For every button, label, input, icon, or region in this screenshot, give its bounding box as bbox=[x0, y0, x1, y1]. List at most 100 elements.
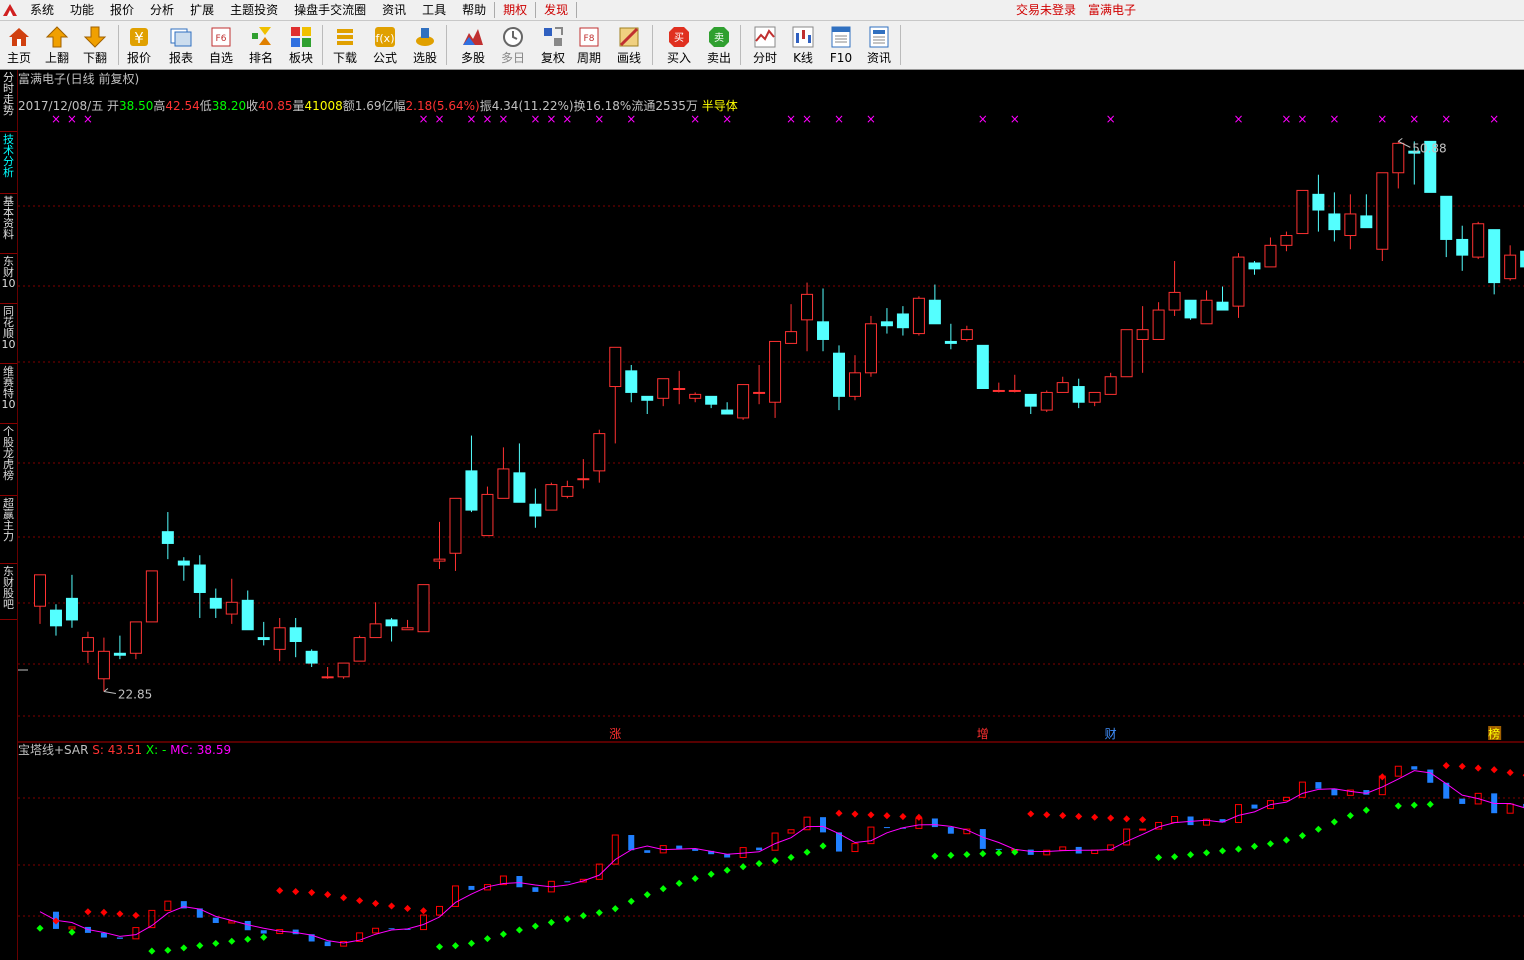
svg-text:卖: 卖 bbox=[714, 32, 724, 44]
tower-block bbox=[260, 930, 267, 934]
indicator-field-0: 宝塔线+SAR bbox=[18, 743, 92, 757]
event-marker-2: 财 bbox=[1105, 727, 1117, 741]
side-tab-4[interactable]: 同花顺10 bbox=[0, 304, 17, 364]
menu-item-4[interactable]: 扩展 bbox=[182, 0, 222, 20]
candle bbox=[928, 284, 941, 325]
quote-field-19: 流通 bbox=[631, 99, 655, 113]
candle-body bbox=[1120, 329, 1133, 378]
chart-area[interactable]: 富满电子(日线 前复权) 2017/12/08/五 开38.50高42.54低38… bbox=[18, 70, 1524, 960]
menu-item-8[interactable]: 工具 bbox=[414, 0, 454, 20]
candle-body bbox=[944, 340, 957, 344]
toolbar-button-yen[interactable]: ¥ 报价 bbox=[120, 23, 158, 67]
toolbar-button-draw-line[interactable]: 画线 bbox=[610, 23, 648, 67]
toolbar-button-timeshare[interactable]: 分时 bbox=[746, 23, 784, 67]
toolbar-button-f8[interactable]: F8 周期 bbox=[570, 23, 608, 67]
login-status[interactable]: 交易未登录 bbox=[1016, 0, 1076, 20]
toolbar-button-buy[interactable]: 买买入 bbox=[660, 23, 698, 67]
side-tab-6[interactable]: 个股龙虎榜 bbox=[0, 424, 17, 496]
candle-body bbox=[97, 650, 110, 680]
menu-item-5[interactable]: 主题投资 bbox=[222, 0, 286, 20]
menu-item-6[interactable]: 操盘手交流圈 bbox=[286, 0, 374, 20]
menu-item-highlight-0[interactable]: 期权 bbox=[495, 0, 535, 20]
tower-block bbox=[628, 835, 635, 851]
menu-item-1[interactable]: 功能 bbox=[62, 0, 102, 20]
menu-item-7[interactable]: 资讯 bbox=[374, 0, 414, 20]
candle bbox=[657, 378, 670, 407]
toolbar-button-f6[interactable]: F6 自选 bbox=[202, 23, 240, 67]
candle-body bbox=[1472, 223, 1485, 258]
menu-item-2[interactable]: 报价 bbox=[102, 0, 142, 20]
sar-dot bbox=[228, 937, 236, 945]
toolbar-button-formula[interactable]: f(x) 公式 bbox=[366, 23, 404, 67]
toolbar-button-f10[interactable]: F10 bbox=[822, 23, 860, 67]
candle-body bbox=[817, 321, 830, 340]
sar-dot bbox=[36, 924, 44, 932]
candle-body bbox=[928, 299, 941, 325]
toolbar-button-news[interactable]: 资讯 bbox=[860, 23, 898, 67]
toolbar-button-label: 选股 bbox=[412, 51, 437, 65]
sar-dot bbox=[164, 946, 172, 954]
tower-block bbox=[532, 887, 539, 892]
candle-body bbox=[1376, 172, 1389, 250]
candle-body bbox=[465, 470, 478, 511]
toolbar-button-blocks[interactable]: 板块 bbox=[282, 23, 320, 67]
candle-body bbox=[960, 329, 973, 340]
sar-dot bbox=[739, 863, 747, 871]
tower-block bbox=[1411, 766, 1418, 770]
side-tab-2[interactable]: 基本资料 bbox=[0, 194, 17, 254]
toolbar-button-home[interactable]: 主页 bbox=[0, 23, 38, 67]
toolbar-button-arrow-down[interactable]: 下翻 bbox=[76, 23, 114, 67]
toolbar-button-label: 报价 bbox=[126, 51, 151, 65]
toolbar-button-report[interactable]: 报表 bbox=[162, 23, 200, 67]
side-tab-8[interactable]: 东财股吧 bbox=[0, 564, 17, 620]
toolbar-button-multi-day[interactable]: 多日 bbox=[494, 23, 532, 67]
toolbar-button-kline[interactable]: K线 bbox=[784, 23, 822, 67]
side-tab-1[interactable]: 技术分析 bbox=[0, 132, 17, 194]
tower-block bbox=[1427, 769, 1434, 783]
home-icon bbox=[9, 28, 29, 46]
toolbar-button-multi-stock[interactable]: 多股 bbox=[454, 23, 492, 67]
candle-body bbox=[225, 601, 238, 615]
menu-item-highlight-1[interactable]: 发现 bbox=[536, 0, 576, 20]
toolbar-button-select-stock[interactable]: 选股 bbox=[406, 23, 444, 67]
sar-dot bbox=[372, 899, 380, 907]
side-tab-7[interactable]: 超赢主力 bbox=[0, 496, 17, 564]
kline-chart[interactable]: 富满电子(日线 前复权) 2017/12/08/五 开38.50高42.54低38… bbox=[18, 70, 1524, 960]
candle bbox=[529, 488, 542, 528]
sar-dot bbox=[819, 842, 827, 850]
toolbar-button-download[interactable]: 下载 bbox=[326, 23, 364, 67]
quote-field-18: 16.18% bbox=[586, 99, 632, 113]
candle-body bbox=[1280, 235, 1293, 246]
tower-block bbox=[1506, 803, 1514, 814]
tower-block bbox=[1282, 796, 1290, 802]
candle bbox=[769, 340, 782, 418]
menu-item-0[interactable]: 系统 bbox=[22, 0, 62, 20]
toolbar-button-sell[interactable]: 卖卖出 bbox=[700, 23, 738, 67]
candle-body bbox=[561, 486, 574, 497]
sar-dot bbox=[1043, 811, 1051, 819]
candle-body bbox=[1360, 215, 1373, 229]
toolbar-button-arrow-up[interactable]: 上翻 bbox=[38, 23, 76, 67]
event-marker-x: × bbox=[834, 112, 844, 126]
quote-field-10: 41008 bbox=[305, 99, 343, 113]
sar-dot bbox=[1474, 764, 1482, 772]
side-tab-0[interactable]: 分时走势 bbox=[0, 70, 17, 132]
side-tab-3[interactable]: 东财10 bbox=[0, 254, 17, 304]
toolbar-button-restore-rights[interactable]: 复权 bbox=[534, 23, 572, 67]
sar-dot bbox=[691, 874, 699, 883]
candle bbox=[1168, 261, 1181, 316]
toolbar-separator bbox=[446, 25, 447, 65]
sar-dot bbox=[707, 870, 715, 878]
candle bbox=[1376, 172, 1389, 262]
sar-dot bbox=[196, 942, 204, 950]
side-tab-5[interactable]: 维赛特10 bbox=[0, 364, 17, 424]
toolbar-button-rank[interactable]: 排名 bbox=[242, 23, 280, 67]
sar-dot bbox=[244, 935, 252, 943]
candle-body bbox=[449, 497, 462, 554]
sar-dot bbox=[148, 947, 156, 955]
menu-item-9[interactable]: 帮助 bbox=[454, 0, 494, 20]
menu-item-3[interactable]: 分析 bbox=[142, 0, 182, 20]
candle-body bbox=[641, 395, 654, 401]
tower-block bbox=[324, 941, 331, 947]
candle bbox=[241, 590, 254, 631]
